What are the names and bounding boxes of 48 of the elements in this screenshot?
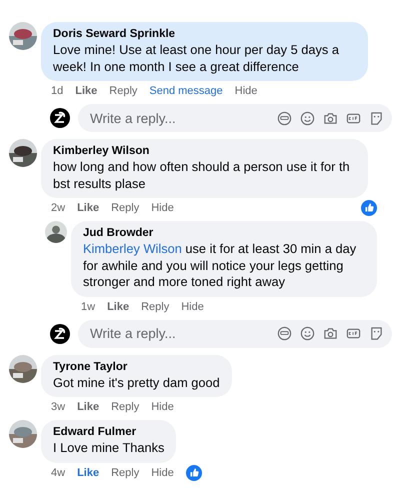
logo-icon [50,108,70,128]
comment-time: 1d [51,85,64,97]
comment-text: Got mine it's pretty dam good [53,374,220,391]
gif-icon[interactable] [346,110,361,126]
comment-action-link[interactable]: Reply [111,202,140,214]
camera-icon[interactable] [323,110,338,126]
comment-action-link[interactable]: Hide [151,466,174,478]
comment-action-link[interactable]: Hide [151,401,174,413]
comment-action-link[interactable]: Hide [181,300,204,312]
author-name[interactable]: Edward Fulmer [53,425,164,440]
comment-time: 1w [81,300,96,312]
emoji-icon[interactable] [300,110,315,126]
emoji-icon[interactable] [300,326,315,341]
author-name[interactable]: Kimberley Wilson [53,144,356,159]
reply-field[interactable]: Write a reply... [78,320,392,348]
comment-text: I Love mine Thanks [53,440,164,456]
comment-action-link[interactable]: Hide [234,85,258,97]
reply-input[interactable]: Write a reply... [88,110,269,126]
sticker-icon[interactable] [369,326,384,341]
author-name[interactable]: Tyrone Taylor [53,360,220,374]
comment-action-link[interactable]: Like [107,300,130,312]
comment-action-link[interactable]: Send message [149,85,223,97]
sticker-icon[interactable] [369,110,384,126]
comment-text: how long and how often should a person use it for th bst results plase [53,159,351,192]
comment-text: Kimberley Wilson use it for at least 30 min a day for awhile and you will notice your legs getting stronger and more toned right away [83,241,358,290]
comment-time: 3w [51,401,66,413]
comment-action-link[interactable]: Like [77,202,100,214]
comment-action-link[interactable]: Reply [111,401,140,413]
reply-input[interactable]: Write a reply... [88,325,269,342]
comment-action-link[interactable]: Reply [111,466,140,478]
comment-action-link[interactable]: Like [75,85,98,97]
comment-action-link[interactable]: Like [77,466,100,478]
like-reaction-icon[interactable] [361,200,377,216]
gif-icon[interactable] [346,326,361,341]
comment-action-link[interactable]: Hide [151,202,174,214]
comment-time: 2w [51,202,66,214]
mention-link[interactable]: Kimberley Wilson [83,241,182,256]
comment-action-link[interactable]: Reply [109,85,138,97]
comment-action-link[interactable]: Like [77,401,100,413]
comment-text: Love mine! Use at least one hour per day 5 days a week! In one month I see a great difference [53,42,340,75]
author-name[interactable]: Jud Browder [83,226,365,241]
logo-icon [50,324,70,344]
comment-time: 4w [51,466,66,478]
author-name[interactable]: Doris Seward Sprinkle [53,27,356,42]
reply-field[interactable]: Write a reply... [78,104,392,132]
camera-icon[interactable] [323,326,338,341]
comment-action-link[interactable]: Reply [141,300,170,312]
like-reaction-icon[interactable] [186,464,202,480]
